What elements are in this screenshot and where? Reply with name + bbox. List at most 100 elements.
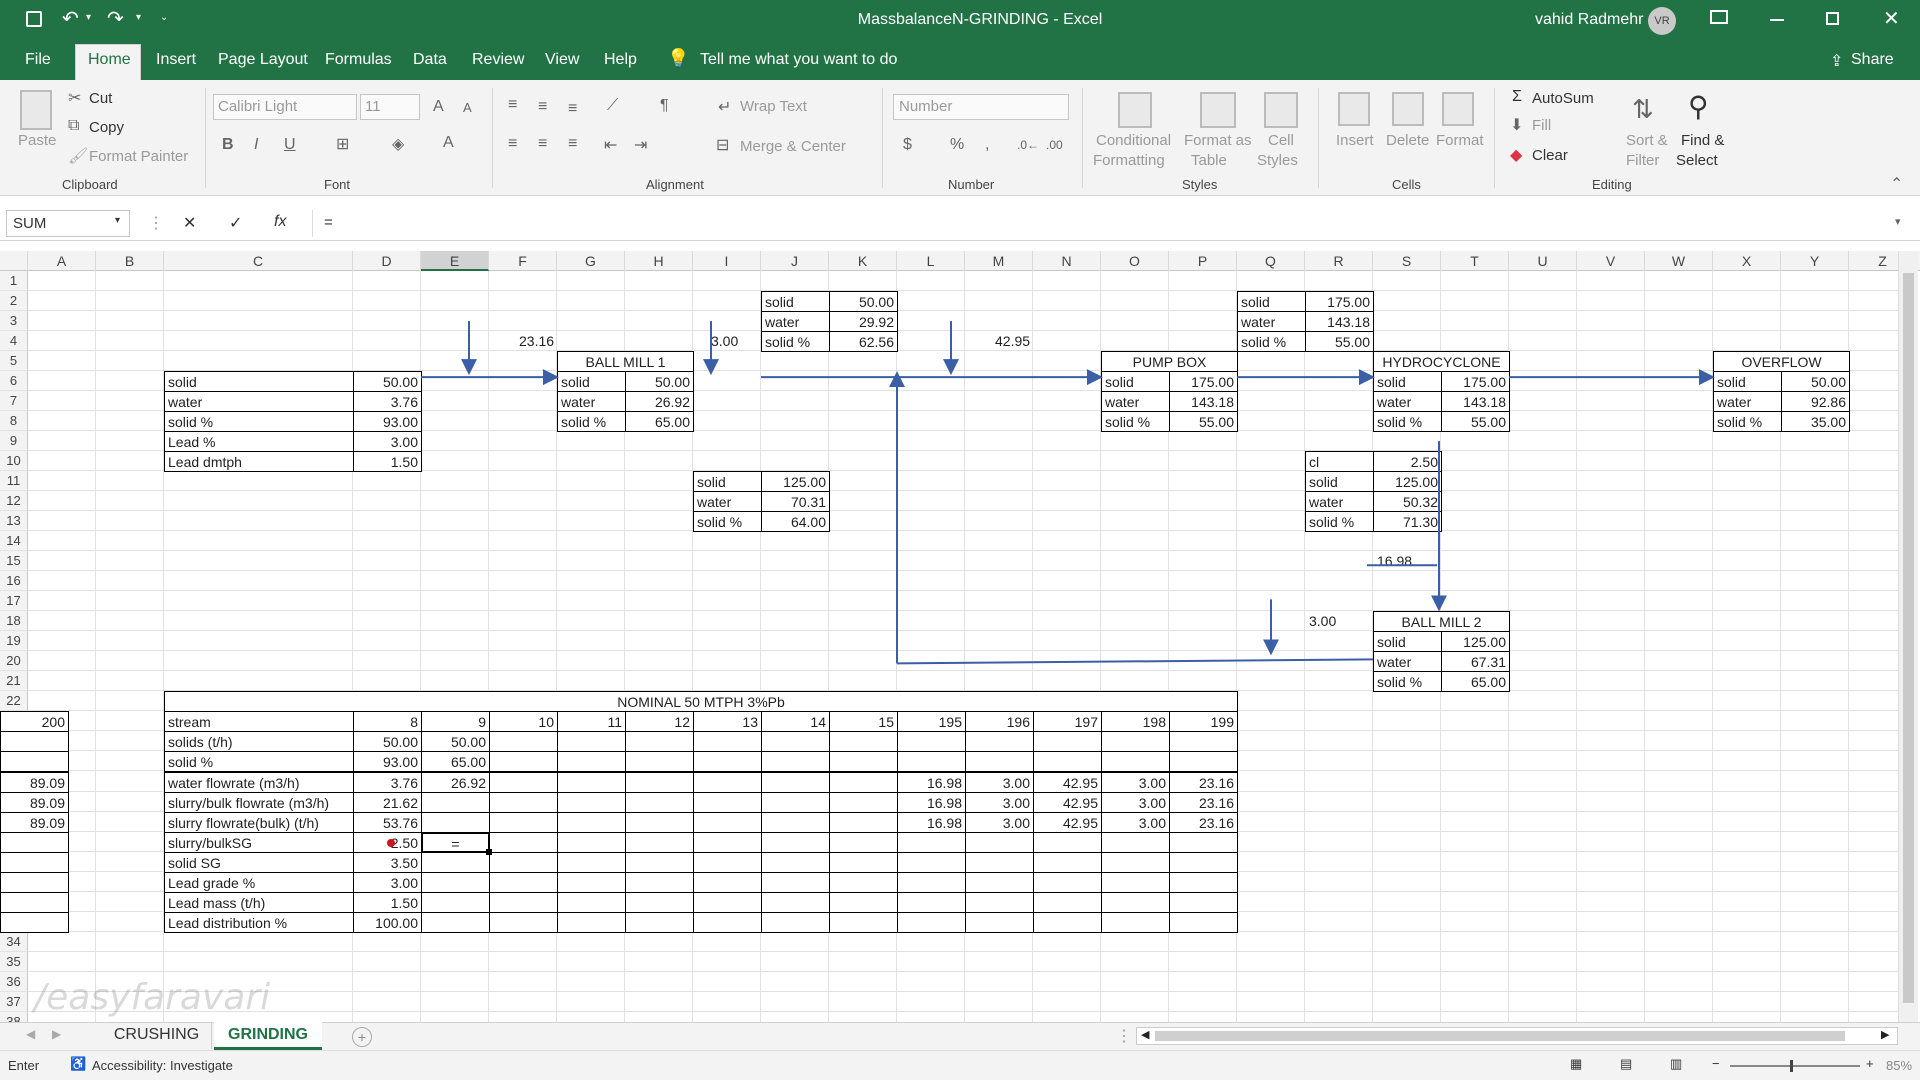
cell-styles-button[interactable]: Cell [1268, 132, 1294, 149]
minimize-icon[interactable] [1770, 19, 1784, 21]
tab-formulas[interactable]: Formulas [325, 51, 392, 69]
tab-help[interactable]: Help [604, 51, 637, 69]
share-button[interactable]: Share [1851, 51, 1894, 69]
alignment-group-label: Alignment [646, 177, 704, 192]
save-icon[interactable] [26, 11, 42, 27]
copy-button[interactable]: Copy [89, 119, 124, 136]
merge-center-button[interactable]: Merge & Center [740, 138, 846, 155]
borders-icon[interactable]: ⊞ [336, 134, 349, 154]
format-painter-icon: 🖌 [68, 148, 89, 165]
insert-cells-button[interactable]: Insert [1336, 132, 1374, 149]
insert-function-button[interactable]: fx [274, 213, 286, 231]
fill-color-icon[interactable]: ◈ [392, 134, 404, 154]
sort-filter-button[interactable]: Sort & [1626, 132, 1668, 149]
zoom-out-icon[interactable]: − [1712, 1056, 1720, 1071]
paste-icon[interactable] [20, 90, 52, 130]
bold-button[interactable]: B [222, 136, 234, 154]
format-cells-button[interactable]: Format [1436, 132, 1484, 149]
ribbon-display-icon[interactable] [1710, 10, 1728, 24]
tab-review[interactable]: Review [472, 51, 524, 69]
undo-dropdown-icon[interactable]: ▾ [86, 12, 91, 23]
fill-handle[interactable] [486, 848, 492, 855]
expand-formula-icon[interactable]: ▾ [1895, 215, 1901, 228]
align-left-icon[interactable]: ≡ [508, 135, 517, 153]
tab-home[interactable]: Home [88, 51, 131, 69]
font-size-select[interactable]: 11 [360, 94, 420, 120]
zoom-level[interactable]: 85% [1886, 1058, 1912, 1073]
zoom-in-icon[interactable]: + [1866, 1056, 1874, 1071]
confirm-entry-button[interactable]: ✓ [229, 213, 242, 233]
tab-data[interactable]: Data [413, 51, 447, 69]
decrease-font-icon[interactable]: A [463, 100, 472, 115]
horizontal-scrollbar[interactable]: ◀ ▶ [1136, 1027, 1898, 1045]
restore-icon[interactable] [1826, 12, 1839, 25]
redo-icon[interactable]: ↷ [107, 6, 124, 31]
worksheet-grid[interactable]: ABCDEFGHIJKLMNOPQRSTUVWXYZ 1 2 3 4 5 6 7 8 9 10 11… [0, 251, 1920, 1023]
undo-icon[interactable]: ↶ [62, 6, 79, 31]
currency-button[interactable]: $ [903, 136, 912, 154]
autosum-button[interactable]: AutoSum [1532, 90, 1594, 107]
fill-button[interactable]: Fill [1532, 117, 1551, 134]
tab-file[interactable]: File [25, 51, 51, 69]
flow-bm2-return-horizontal [896, 658, 1374, 665]
increase-font-icon[interactable]: A [433, 98, 444, 116]
decrease-decimal-icon[interactable]: .00 [1046, 138, 1063, 152]
underline-button[interactable]: U [284, 136, 296, 154]
tab-view[interactable]: View [545, 51, 579, 69]
tell-me-search[interactable]: Tell me what you want to do [700, 51, 897, 69]
zoom-slider[interactable] [1730, 1060, 1860, 1072]
align-top-icon[interactable]: ≡ [508, 96, 517, 114]
title-bar: ↶ ▾ ↷ ▾ ⌄ MassbalanceN-GRINDING - Excel … [0, 0, 1920, 42]
vertical-scrollbar[interactable] [1898, 251, 1918, 1023]
percent-button[interactable]: % [950, 136, 964, 154]
cancel-entry-button[interactable]: ✕ [183, 213, 196, 233]
align-bottom-icon[interactable]: ≡ [568, 100, 577, 118]
close-icon[interactable]: ✕ [1883, 6, 1900, 31]
redo-dropdown-icon[interactable]: ▾ [136, 12, 141, 23]
sheet-tab-crushing[interactable]: CRUSHING [102, 1023, 212, 1049]
tab-page-layout[interactable]: Page Layout [218, 51, 308, 69]
paste-button[interactable]: Paste [18, 132, 56, 149]
clear-button[interactable]: Clear [1532, 147, 1568, 164]
wrap-text-icon: ↵ [718, 99, 732, 116]
rtl-icon[interactable]: ¶ [660, 97, 669, 115]
tab-insert[interactable]: Insert [156, 51, 196, 69]
normal-view-icon[interactable]: ▦ [1570, 1056, 1582, 1072]
format-as-table-button[interactable]: Format as [1184, 132, 1252, 149]
comma-button[interactable]: , [985, 136, 989, 154]
add-sheet-button[interactable]: + [352, 1027, 372, 1047]
customize-toolbar-icon[interactable]: ⌄ [160, 12, 168, 23]
page-break-view-icon[interactable]: ▥ [1670, 1056, 1682, 1072]
user-name[interactable]: vahid Radmehr [1535, 11, 1644, 29]
align-middle-icon[interactable]: ≡ [538, 98, 547, 116]
number-format-select[interactable]: Number [893, 94, 1069, 120]
font-group-label: Font [324, 177, 351, 192]
scroll-sheets-right-icon[interactable]: ▶ [52, 1027, 61, 1041]
collapse-ribbon-icon[interactable]: ⌃ [1890, 174, 1903, 194]
align-center-icon[interactable]: ≡ [538, 135, 547, 153]
italic-button[interactable]: I [254, 136, 258, 154]
font-name-select[interactable]: Calibri Light [213, 94, 357, 120]
increase-decimal-icon[interactable]: .0← [1017, 138, 1039, 152]
page-layout-view-icon[interactable]: ▤ [1620, 1056, 1632, 1072]
accessibility-status[interactable]: Accessibility: Investigate [92, 1058, 233, 1073]
cut-button[interactable]: Cut [89, 90, 112, 107]
align-right-icon[interactable]: ≡ [568, 135, 577, 153]
scroll-sheets-left-icon[interactable]: ◀ [26, 1027, 35, 1041]
orientation-icon[interactable]: ⟋ [607, 97, 618, 115]
wrap-text-button[interactable]: Wrap Text [740, 98, 807, 115]
styles-group-label: Styles [1182, 177, 1218, 192]
flow-diagram [421, 321, 1715, 665]
format-painter-button[interactable]: Format Painter [89, 148, 188, 165]
name-box[interactable]: SUM ▾ [6, 210, 130, 237]
formula-input[interactable]: = [324, 214, 333, 231]
increase-indent-icon[interactable]: ⇥ [634, 135, 647, 155]
avatar[interactable]: VR [1648, 7, 1676, 35]
font-color-icon[interactable]: A [443, 134, 454, 152]
active-cell-e29[interactable]: = [421, 831, 490, 853]
sheet-tab-grinding[interactable]: GRINDING [214, 1022, 322, 1050]
delete-cells-button[interactable]: Delete [1386, 132, 1429, 149]
find-select-button[interactable]: Find & [1681, 132, 1724, 149]
decrease-indent-icon[interactable]: ⇤ [604, 135, 617, 155]
conditional-formatting-button[interactable]: Conditional [1096, 132, 1171, 149]
